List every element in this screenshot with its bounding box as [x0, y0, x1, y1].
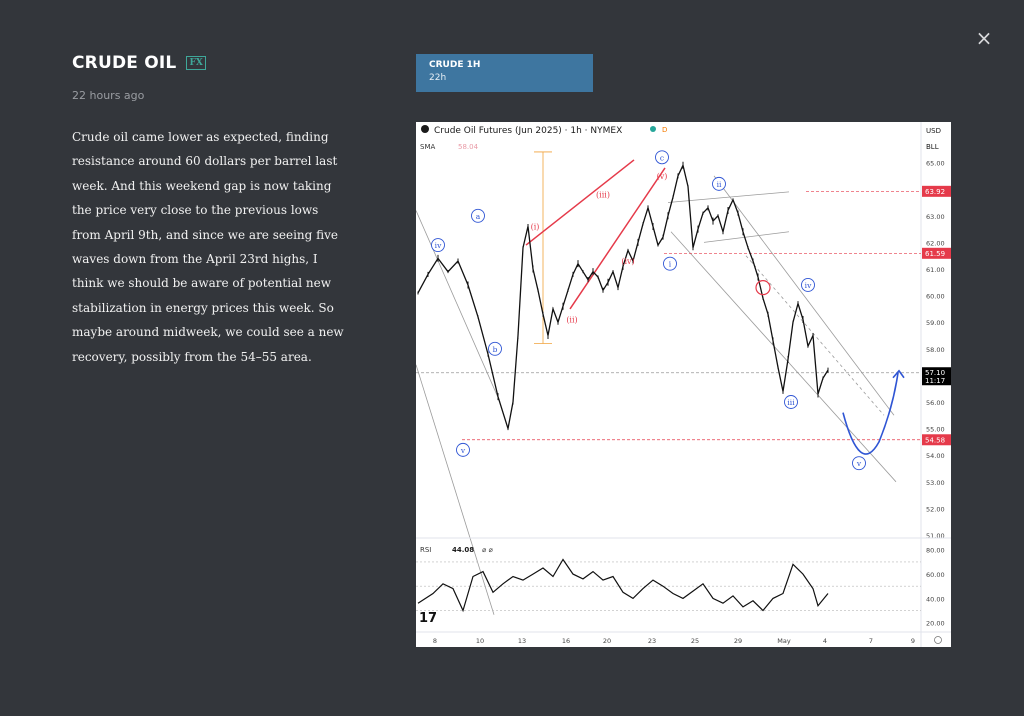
price-tag-time: 11:17 [925, 377, 945, 385]
wave-label-text: v [856, 459, 862, 468]
market-open-dot [650, 126, 656, 132]
wave-label-text: iv [435, 241, 442, 250]
y-tick: 60.00 [926, 293, 945, 301]
rsi-symbols: ⌀ ⌀ [482, 546, 493, 554]
price-tag-value: 57.10 [925, 369, 945, 377]
tab-sub: 22h [429, 73, 447, 83]
wave-label-text: a [476, 212, 481, 221]
chart-tab-crude-1h[interactable]: CRUDE 1H 22h [416, 54, 593, 92]
wave-label-9: (v) [657, 172, 668, 181]
price-tag-value: 63.92 [925, 188, 945, 196]
tab-label: CRUDE 1H [429, 60, 481, 70]
channel-line [416, 364, 495, 615]
wave-label-text: iii [787, 398, 795, 407]
y-tick: 65.00 [926, 160, 945, 168]
wave-label-text: (v) [657, 172, 668, 181]
wave-label-7: (iii) [596, 191, 610, 200]
price-tag-value: 61.59 [925, 250, 945, 258]
fx-badge: FX [186, 56, 206, 70]
wave-label-11: i [663, 256, 677, 271]
y-tick: 55.00 [926, 426, 945, 434]
y-tick: 59.00 [926, 319, 945, 327]
x-tick: 4 [823, 637, 827, 645]
y-tick: 63.00 [926, 213, 945, 221]
sma-value: 58.04 [458, 143, 479, 151]
y-tick: 51.00 [926, 532, 945, 540]
rsi-tick: 40.00 [926, 595, 945, 603]
rsi-tick: 80.00 [926, 547, 945, 555]
highlight-circle [755, 280, 771, 296]
channel-line [667, 191, 790, 203]
x-tick: 20 [603, 637, 611, 645]
currency-label: USD [926, 127, 941, 135]
wave-label-3: b [488, 341, 502, 356]
post-description: Crude oil came lower as expected, findin… [72, 130, 344, 364]
y-tick: 62.00 [926, 239, 945, 247]
page-title: CRUDE OIL [72, 53, 177, 73]
price-series-line [417, 163, 829, 429]
wave-label-text: (i) [531, 222, 540, 231]
y-tick: 58.00 [926, 346, 945, 354]
chart-image[interactable]: Crude Oil Futures (Jun 2025) · 1h · NYME… [416, 122, 951, 647]
wave-label-text: v [460, 446, 466, 455]
y-tick: 52.00 [926, 505, 945, 513]
x-tick: 9 [911, 637, 915, 645]
x-tick: 7 [869, 637, 873, 645]
wave-label-14: iv [801, 278, 815, 292]
wave-label-5: (i) [531, 222, 540, 231]
x-tick: 16 [562, 637, 570, 645]
y-tick: 54.00 [926, 452, 945, 460]
wave-label-8: (iv) [621, 257, 634, 266]
timestamp: 22 hours ago [72, 89, 145, 102]
wave-label-text: c [660, 153, 664, 162]
trend-line [525, 159, 635, 246]
channel-line [670, 231, 897, 483]
wave-label-1: iv [431, 238, 445, 253]
wave-label-2: a [471, 208, 485, 223]
wave-label-15: v [852, 456, 866, 471]
x-tick: 10 [476, 637, 484, 645]
x-tick: May [777, 637, 791, 645]
wave-label-text: iv [805, 281, 812, 290]
channel-line [416, 210, 501, 403]
instrument-icon [421, 125, 429, 133]
tradingview-logo-icon: 17 [419, 611, 437, 626]
x-tick: 29 [734, 637, 742, 645]
rsi-tick: 60.00 [926, 571, 945, 579]
wave-label-text: (iv) [621, 257, 634, 266]
x-tick: 8 [433, 637, 437, 645]
rsi-value: 44.08 [452, 546, 474, 554]
wave-label-4: v [456, 442, 470, 457]
wave-label-text: b [493, 345, 498, 354]
sma-label: SMA [420, 143, 435, 151]
wave-label-10: c [655, 150, 669, 165]
settings-gear-icon [934, 636, 942, 644]
wave-label-text: (iii) [596, 191, 610, 200]
y-tick: 53.00 [926, 479, 945, 487]
rsi-label: RSI [420, 546, 431, 554]
wave-label-text: (ii) [566, 316, 577, 325]
y-tick: 61.00 [926, 266, 945, 274]
projection-curve [842, 372, 899, 455]
d-badge: D [662, 126, 667, 134]
rsi-tick: 20.00 [926, 620, 945, 628]
close-icon[interactable]: × [974, 28, 994, 48]
wave-label-12: ii [712, 176, 726, 191]
wave-label-text: ii [717, 180, 722, 189]
scale-badge: BLL [926, 143, 939, 151]
x-tick: 13 [518, 637, 526, 645]
y-tick: 56.00 [926, 399, 945, 407]
x-tick: 23 [648, 637, 656, 645]
wave-label-6: (ii) [566, 316, 577, 325]
chart-title: Crude Oil Futures (Jun 2025) · 1h · NYME… [434, 126, 622, 136]
title-row: CRUDE OIL FX [72, 53, 206, 73]
price-chart: Crude Oil Futures (Jun 2025) · 1h · NYME… [416, 122, 951, 647]
price-tag-value: 54.58 [925, 436, 945, 444]
wave-label-13: iii [784, 395, 798, 409]
x-tick: 25 [691, 637, 699, 645]
